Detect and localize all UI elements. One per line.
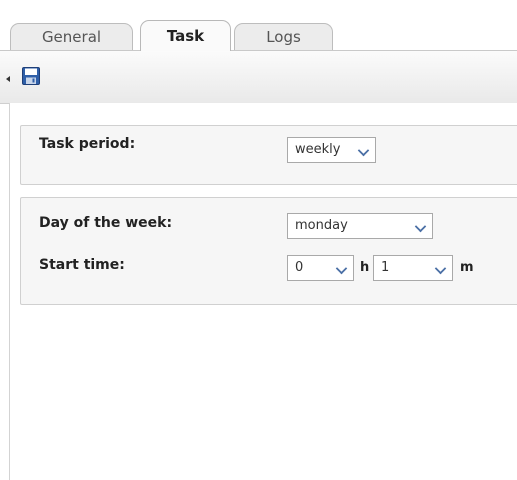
- chevron-down-icon: [414, 220, 427, 233]
- task-period-fieldset: [20, 125, 517, 185]
- chevron-down-icon: [335, 262, 348, 275]
- hour-unit-label: h: [360, 260, 370, 275]
- day-of-week-label: Day of the week:: [39, 215, 173, 231]
- minute-value: 1: [381, 260, 390, 275]
- hour-select[interactable]: 0: [287, 255, 354, 281]
- chevron-down-icon: [357, 144, 370, 157]
- toolbar: [0, 51, 517, 104]
- tab-general[interactable]: General: [10, 23, 133, 51]
- hour-value: 0: [295, 260, 304, 275]
- day-of-week-select[interactable]: monday: [287, 213, 433, 239]
- day-of-week-value: monday: [295, 218, 348, 233]
- tab-logs[interactable]: Logs: [234, 23, 333, 51]
- tab-task[interactable]: Task: [140, 20, 231, 51]
- minute-select[interactable]: 1: [373, 255, 453, 281]
- start-time-label: Start time:: [39, 257, 125, 273]
- chevron-down-icon: [434, 262, 447, 275]
- minute-unit-label: m: [460, 260, 474, 275]
- task-period-select[interactable]: weekly: [287, 137, 376, 163]
- schedule-fieldset: [20, 197, 517, 305]
- task-period-value: weekly: [295, 142, 341, 157]
- task-period-label: Task period:: [39, 136, 136, 152]
- collapse-arrow-icon[interactable]: [6, 76, 10, 82]
- save-icon[interactable]: [22, 67, 40, 85]
- tab-bar: General Task Logs: [0, 0, 517, 51]
